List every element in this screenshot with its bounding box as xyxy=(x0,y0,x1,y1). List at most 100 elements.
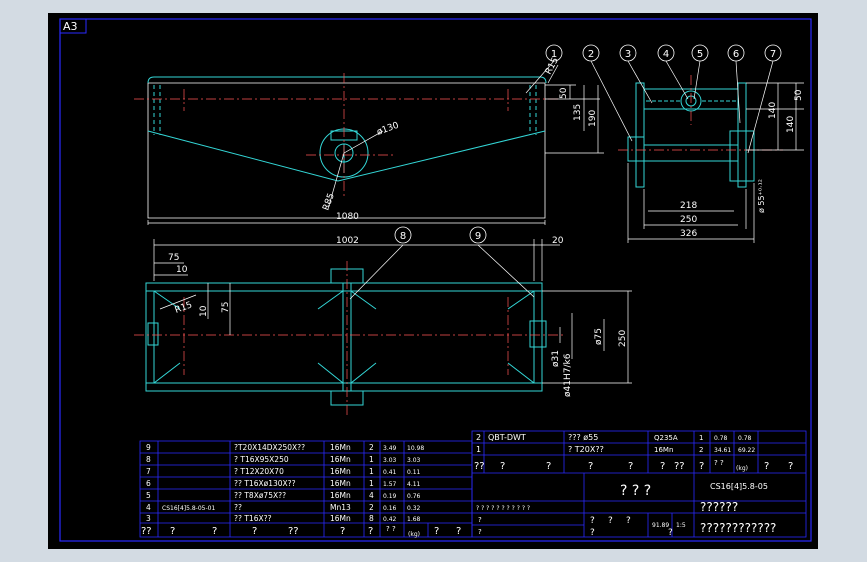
plan-10a-label: 10 xyxy=(176,265,188,275)
svg-text:?? T16Xø130X??: ?? T16Xø130X?? xyxy=(234,479,296,488)
svg-text:16Mn: 16Mn xyxy=(330,491,351,500)
svg-text:1: 1 xyxy=(369,455,374,464)
svg-text:?: ? xyxy=(546,461,551,472)
svg-text:Mn13: Mn13 xyxy=(330,503,351,512)
svg-text:8: 8 xyxy=(369,514,374,523)
plan-view-centerlines xyxy=(134,261,564,417)
svg-text:16Mn: 16Mn xyxy=(330,443,351,452)
svg-text:0.16: 0.16 xyxy=(383,505,397,512)
svg-text:?: ? xyxy=(456,526,461,537)
svg-text:? ?: ? ? xyxy=(714,459,724,467)
svg-text:7: 7 xyxy=(770,49,776,60)
side-218-label: 218 xyxy=(680,201,697,211)
svg-text:3: 3 xyxy=(625,49,631,60)
side-50-label: 50 xyxy=(794,89,804,101)
sheet-format-label: A3 xyxy=(63,20,78,33)
side-140b-label: 140 xyxy=(786,116,796,133)
svg-text:16Mn: 16Mn xyxy=(330,455,351,464)
svg-text:(kg): (kg) xyxy=(736,465,748,472)
mark-row: ? ? ? ? ? ? ? ? ? ? ? xyxy=(476,505,530,512)
bom-left-header: ?? ? ? ? ?? ? ? ? ? (kg) ? ? xyxy=(141,525,461,538)
svg-text:?: ? xyxy=(170,526,175,537)
svg-text:34.61: 34.61 xyxy=(714,447,731,454)
svg-text:1: 1 xyxy=(369,479,374,488)
plan-view xyxy=(145,268,547,406)
svg-text:0.11: 0.11 xyxy=(407,469,421,476)
svg-text:3.03: 3.03 xyxy=(407,457,421,464)
svg-text:(kg): (kg) xyxy=(408,531,420,538)
balloon-1: 1 xyxy=(545,44,563,62)
misc-1: ? xyxy=(478,516,482,524)
cad-drawing: A3 R15 50 135 190 ø130 R85 1080 50 140 1… xyxy=(59,18,812,542)
svg-text:6: 6 xyxy=(146,479,151,488)
svg-text:3.03: 3.03 xyxy=(383,457,397,464)
cad-viewport[interactable]: A3 R15 50 135 190 ø130 R85 1080 50 140 1… xyxy=(48,13,818,549)
misc-6: ? xyxy=(590,528,595,538)
plan-250-label: 250 xyxy=(618,330,628,347)
svg-text:9: 9 xyxy=(146,443,151,452)
svg-text:0.42: 0.42 xyxy=(383,516,397,523)
svg-text:5: 5 xyxy=(697,49,703,60)
svg-text:69.22: 69.22 xyxy=(738,447,755,454)
svg-text:16Mn: 16Mn xyxy=(330,467,351,476)
svg-text:16Mn: 16Mn xyxy=(330,479,351,488)
svg-text:8: 8 xyxy=(400,231,406,242)
svg-text:? T16X95X250: ? T16X95X250 xyxy=(234,455,289,464)
bottom-code: ???????????? xyxy=(700,521,776,535)
svg-text:?: ? xyxy=(588,461,593,472)
svg-text:1: 1 xyxy=(369,467,374,476)
svg-text:?? T8Xø75X??: ?? T8Xø75X?? xyxy=(234,491,286,500)
side-140a-label: 140 xyxy=(768,102,778,119)
svg-text:2: 2 xyxy=(699,446,703,454)
svg-text:?: ? xyxy=(434,526,439,537)
svg-text:0.78: 0.78 xyxy=(738,435,752,442)
svg-text:?T20X14DX250X??: ?T20X14DX250X?? xyxy=(234,443,305,452)
svg-text:CS16[4]5.8-05-01: CS16[4]5.8-05-01 xyxy=(162,505,215,512)
misc-7: ? xyxy=(668,528,673,538)
balloon-7: 7 xyxy=(764,44,782,62)
svg-text:QBT-DWT: QBT-DWT xyxy=(488,433,526,442)
drawing-title: ? ? ? xyxy=(620,483,651,499)
balloon-2: 2 xyxy=(582,44,600,62)
bom-right-rows: 2 QBT-DWT ??? ø55 Q235A 1 0.78 0.78 1 ? … xyxy=(476,433,755,454)
misc-5: ? xyxy=(626,516,631,526)
svg-text:?: ? xyxy=(340,526,345,537)
svg-text:??: ?? xyxy=(474,461,485,472)
front-1080-label: 1080 xyxy=(336,212,359,222)
svg-text:??: ?? xyxy=(674,461,685,472)
misc-2: ? xyxy=(478,528,482,536)
plan-phi31-label: ø31 xyxy=(551,350,561,367)
drawing-number: CS16[4]5.8-05 xyxy=(710,482,768,491)
bom-left-rows: 9 ?T20X14DX250X?? 16Mn 2 3.49 10.98 8 ? … xyxy=(146,443,424,523)
svg-text:3.49: 3.49 xyxy=(383,445,397,452)
balloon-8: 8 xyxy=(394,226,412,244)
svg-text:?: ? xyxy=(368,526,373,537)
plan-phi41-label: ø41H7/k6 xyxy=(563,353,573,397)
balloon-4: 4 xyxy=(657,44,675,62)
svg-text:2: 2 xyxy=(476,433,481,442)
svg-text:?: ? xyxy=(699,461,704,472)
svg-text:4: 4 xyxy=(146,503,151,512)
balloon-5: 5 xyxy=(691,44,709,62)
svg-text:4: 4 xyxy=(369,491,374,500)
front-view xyxy=(147,76,547,219)
svg-text:5: 5 xyxy=(146,491,151,500)
balloon-3: 3 xyxy=(619,44,637,62)
side-phi55-label: ø 55⁺⁰·¹² xyxy=(757,179,766,213)
plan-75b-label: 75 xyxy=(221,302,231,313)
svg-text:2: 2 xyxy=(369,503,374,512)
svg-text:16Mn: 16Mn xyxy=(654,446,673,454)
front-50-label: 50 xyxy=(559,87,569,99)
svg-text:?: ? xyxy=(628,461,633,472)
svg-text:9: 9 xyxy=(475,231,481,242)
plan-1002-label: 1002 xyxy=(336,236,359,246)
svg-text:?: ? xyxy=(764,461,769,472)
plan-phi75-label: ø75 xyxy=(594,328,604,345)
svg-text:0.41: 0.41 xyxy=(383,469,397,476)
front-135-label: 135 xyxy=(573,104,583,121)
svg-text:16Mn: 16Mn xyxy=(330,514,351,523)
plan-20-label: 20 xyxy=(552,236,564,246)
svg-text:3: 3 xyxy=(146,514,151,523)
scale-value: 1:5 xyxy=(676,522,686,529)
svg-text:4: 4 xyxy=(663,49,669,60)
